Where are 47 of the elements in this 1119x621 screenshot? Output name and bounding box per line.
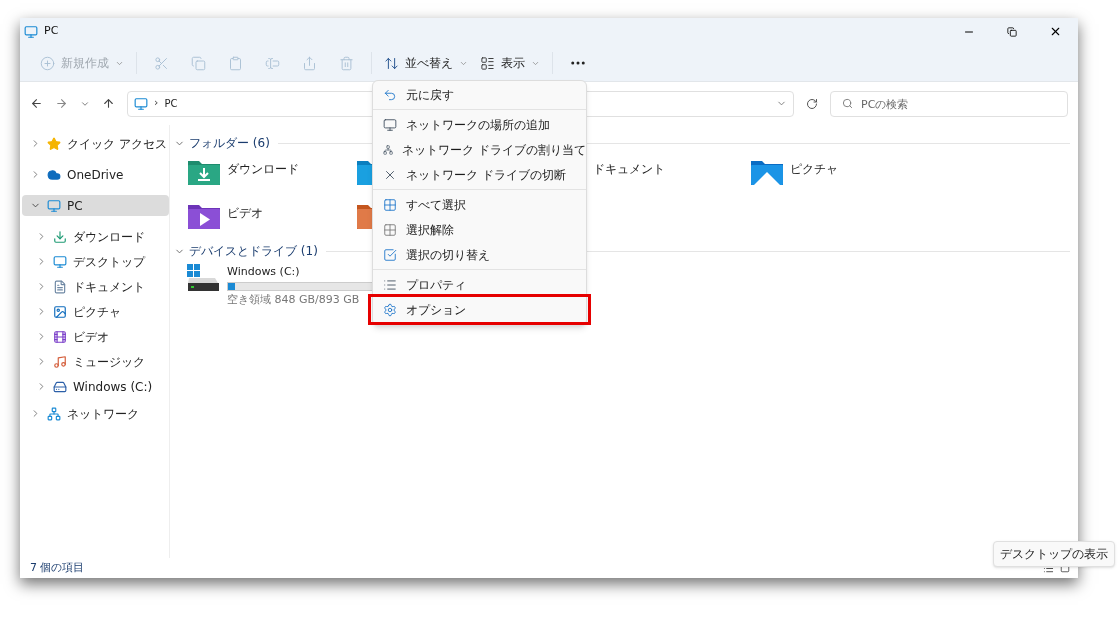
path-segment[interactable]: PC bbox=[164, 96, 178, 111]
sidebar-item[interactable]: ピクチャ bbox=[22, 301, 169, 322]
section-title: デバイスとドライブ (1) bbox=[189, 243, 318, 260]
sidebar-label: ダウンロード bbox=[73, 228, 145, 246]
window-title: PC bbox=[44, 23, 59, 40]
sidebar-label: ドキュメント bbox=[73, 278, 145, 296]
section-title: フォルダー (6) bbox=[189, 135, 270, 152]
sidebar-label: PC bbox=[67, 197, 83, 215]
sidebar-label: Windows (C:) bbox=[73, 378, 153, 396]
menu-item[interactable]: 元に戻す bbox=[373, 82, 586, 107]
sidebar-item[interactable]: Windows (C:) bbox=[22, 376, 169, 397]
sidebar-item[interactable]: ドキュメント bbox=[22, 276, 169, 297]
sidebar-label: クイック アクセス bbox=[67, 135, 167, 153]
status-text: 7 個の項目 bbox=[30, 559, 85, 576]
sidebar-label: OneDrive bbox=[67, 166, 124, 184]
sidebar-item[interactable]: クイック アクセス bbox=[22, 133, 169, 154]
tooltip: デスクトップの表示 bbox=[993, 541, 1115, 567]
sidebar-item[interactable]: ビデオ bbox=[22, 326, 169, 347]
folder-label[interactable]: ドキュメント bbox=[593, 160, 665, 178]
folder-label[interactable]: ピクチャ bbox=[790, 160, 838, 178]
sidebar-label: ネットワーク bbox=[67, 405, 139, 423]
sidebar-item[interactable]: ネットワーク bbox=[22, 403, 169, 424]
menu-item[interactable]: すべて選択 bbox=[373, 192, 586, 217]
sidebar-label: ミュージック bbox=[73, 353, 145, 371]
sidebar-label: デスクトップ bbox=[73, 253, 145, 271]
menu-item[interactable]: ネットワーク ドライブの切断 bbox=[373, 162, 586, 187]
folder-label[interactable]: ビデオ bbox=[227, 204, 263, 222]
sidebar-item[interactable]: ダウンロード bbox=[22, 226, 169, 247]
folder-label[interactable]: ダウンロード bbox=[227, 160, 299, 178]
search-field[interactable]: PCの検索 bbox=[830, 91, 1068, 117]
toolbar-button[interactable]: 並べ替え bbox=[378, 50, 474, 76]
sidebar-item[interactable]: OneDrive bbox=[22, 164, 169, 185]
menu-item[interactable]: ネットワークの場所の追加 bbox=[373, 112, 586, 137]
sidebar-item[interactable]: ミュージック bbox=[22, 351, 169, 372]
menu-item[interactable]: 選択解除 bbox=[373, 217, 586, 242]
menu-item[interactable]: オプション bbox=[371, 297, 588, 322]
toolbar-button[interactable]: 表示 bbox=[474, 50, 546, 76]
sidebar-label: ピクチャ bbox=[73, 303, 121, 321]
free-space: 空き領域 848 GB/893 GB bbox=[227, 291, 361, 308]
menu-item[interactable]: プロパティ bbox=[373, 272, 586, 297]
sidebar-item[interactable]: デスクトップ bbox=[22, 251, 169, 272]
menu-item[interactable]: ネットワーク ドライブの割り当て bbox=[373, 137, 586, 162]
sidebar-item[interactable]: PC bbox=[22, 195, 169, 216]
sidebar-label: ビデオ bbox=[73, 328, 109, 346]
path-separator: › bbox=[154, 95, 159, 112]
drive-name[interactable]: Windows (C:) bbox=[227, 264, 374, 281]
menu-item[interactable]: 選択の切り替え bbox=[373, 242, 586, 267]
